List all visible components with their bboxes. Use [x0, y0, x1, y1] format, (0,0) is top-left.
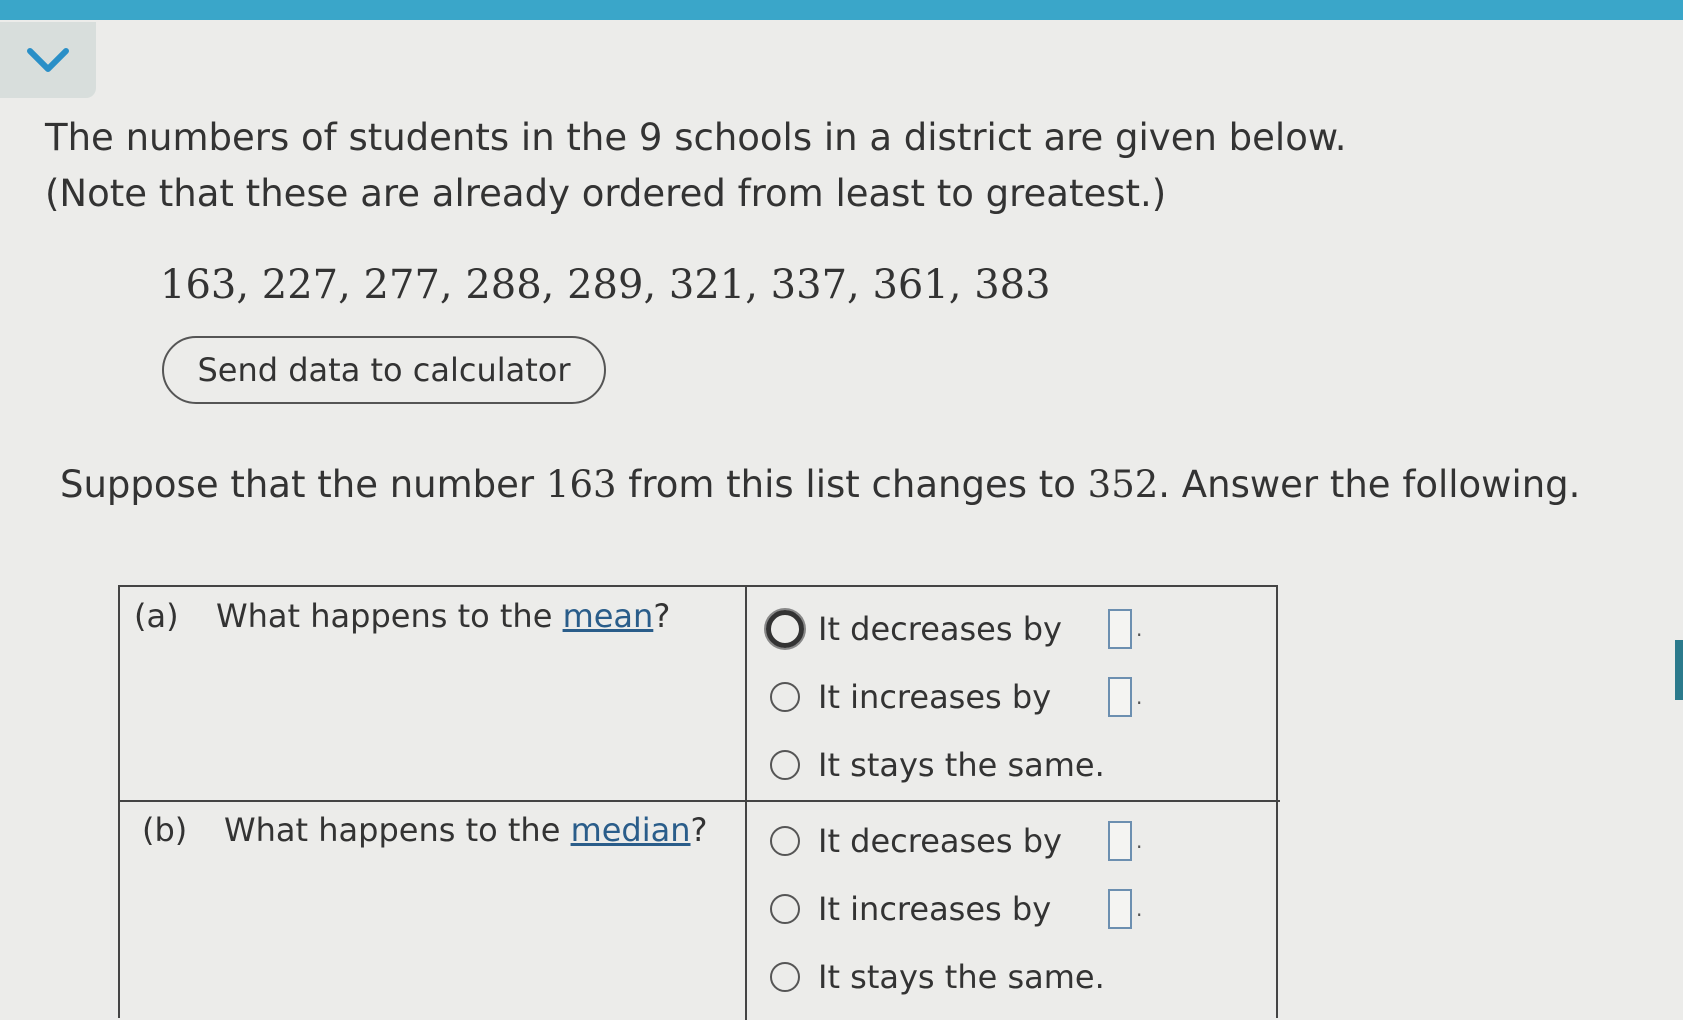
radio-b-decreases[interactable] — [770, 826, 800, 856]
suppose-statement: Suppose that the number 163 from this li… — [60, 463, 1580, 506]
period: . — [1136, 685, 1143, 709]
table-row-divider — [120, 800, 1280, 802]
radio-a-decreases[interactable] — [766, 610, 804, 648]
question-table: (a) What happens to the mean? It decrease… — [118, 585, 1280, 1020]
question-a-qmark: ? — [653, 597, 671, 635]
median-link[interactable]: median — [571, 811, 691, 849]
answer-input-b-increases[interactable] — [1108, 889, 1132, 929]
question-b-text: What happens to the — [224, 811, 571, 849]
option-a-decreases-label: It decreases by — [818, 610, 1062, 648]
period: . — [1136, 617, 1143, 641]
question-prompt: The numbers of students in the 9 schools… — [45, 110, 1545, 222]
option-a-increases-label: It increases by — [818, 678, 1052, 716]
option-a-increases[interactable]: It increases by . — [770, 672, 1142, 722]
option-b-decreases-label: It decreases by — [818, 822, 1062, 860]
suppose-from-value: 163 — [545, 463, 617, 506]
question-a-tag: (a) — [134, 597, 179, 635]
option-b-increases[interactable]: It increases by . — [770, 884, 1142, 934]
suppose-text-before: Suppose that the number — [60, 463, 546, 506]
period: . — [1136, 897, 1143, 921]
option-b-decreases[interactable]: It decreases by . — [770, 816, 1142, 866]
option-a-same-label: It stays the same. — [818, 746, 1105, 784]
question-b: (b) What happens to the median? — [142, 811, 708, 849]
send-data-to-calculator-button[interactable]: Send data to calculator — [162, 336, 606, 404]
chevron-down-icon — [27, 48, 69, 72]
collapse-toggle-button[interactable] — [0, 22, 96, 98]
option-b-same-label: It stays the same. — [818, 958, 1105, 996]
suppose-to-value: 352 — [1087, 463, 1159, 506]
question-a-text: What happens to the — [216, 597, 563, 635]
radio-b-increases[interactable] — [770, 894, 800, 924]
option-b-increases-label: It increases by — [818, 890, 1052, 928]
mean-link[interactable]: mean — [563, 597, 654, 635]
prompt-line-1: The numbers of students in the 9 schools… — [45, 116, 1347, 159]
question-b-qmark: ? — [690, 811, 708, 849]
suppose-text-middle: from this list changes to — [616, 463, 1088, 506]
data-list: 163, 227, 277, 288, 289, 321, 337, 361, … — [160, 262, 1051, 308]
question-a: (a) What happens to the mean? — [134, 597, 670, 635]
option-b-same[interactable]: It stays the same. — [770, 952, 1108, 1002]
suppose-text-after: . Answer the following. — [1158, 463, 1581, 506]
radio-b-same[interactable] — [770, 962, 800, 992]
top-bar — [0, 0, 1683, 20]
radio-a-increases[interactable] — [770, 682, 800, 712]
answer-input-a-increases[interactable] — [1108, 677, 1132, 717]
prompt-line-2: (Note that these are already ordered fro… — [45, 172, 1167, 215]
radio-a-same[interactable] — [770, 750, 800, 780]
question-b-tag: (b) — [142, 811, 188, 849]
option-a-decreases[interactable]: It decreases by . — [766, 604, 1143, 654]
period: . — [1136, 829, 1143, 853]
table-column-divider — [745, 587, 747, 1020]
answer-input-b-decreases[interactable] — [1108, 821, 1132, 861]
option-a-same[interactable]: It stays the same. — [770, 740, 1108, 790]
answer-input-a-decreases[interactable] — [1108, 609, 1132, 649]
scrollbar-edge[interactable] — [1675, 640, 1683, 700]
